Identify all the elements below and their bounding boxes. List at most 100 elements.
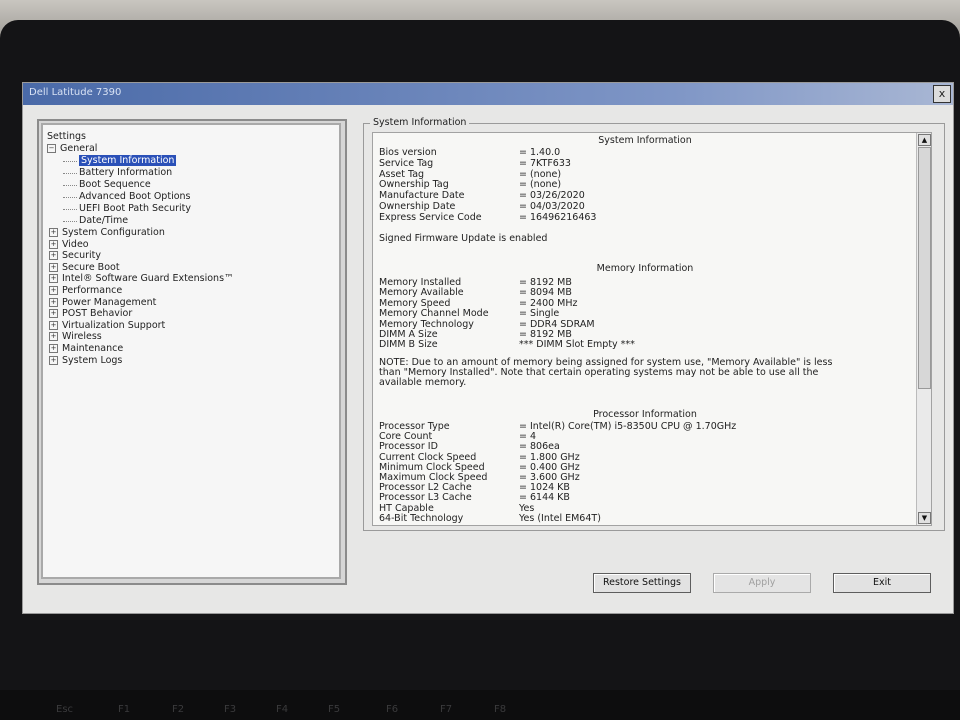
expand-icon[interactable]: + [49, 228, 58, 237]
tree-item-label: UEFI Boot Path Security [79, 203, 192, 214]
key-label: F6 [386, 704, 399, 715]
tree-category[interactable]: + Video [49, 239, 89, 251]
tree-item[interactable]: Battery Information [79, 167, 172, 179]
info-value: = DDR4 SDRAM [519, 318, 595, 330]
tree-general-label: General [60, 143, 98, 154]
expand-icon[interactable]: + [49, 239, 58, 249]
info-scrollbar[interactable]: ▲ ▼ [916, 133, 931, 525]
tree-category[interactable]: + Maintenance [49, 343, 123, 355]
title-bar: Dell Latitude 7390 x [23, 83, 953, 105]
tree-category[interactable]: + Virtualization Support [49, 320, 165, 332]
tree-category[interactable]: + Intel® Software Guard Extensions™ [49, 273, 234, 285]
window-title: Dell Latitude 7390 [29, 87, 122, 98]
exit-button[interactable]: Exit [833, 573, 931, 593]
expand-icon[interactable]: + [49, 274, 58, 284]
tree-root: Settings [47, 131, 86, 142]
info-value: = 03/26/2020 [519, 190, 585, 202]
close-icon[interactable]: x [933, 85, 951, 103]
expand-icon[interactable]: + [49, 286, 58, 295]
info-label: Ownership Date [379, 201, 456, 212]
collapse-icon[interactable]: − [47, 144, 56, 153]
info-value: *** DIMM Slot Empty *** [519, 339, 635, 351]
expand-icon[interactable]: + [49, 355, 58, 365]
expand-icon[interactable]: + [49, 309, 58, 319]
processor-heading: Processor Information [593, 409, 697, 420]
expand-icon[interactable]: + [49, 251, 58, 261]
key-label: F4 [276, 704, 289, 715]
tree-item-label: System Information [79, 155, 177, 166]
tree-general[interactable]: − General [47, 143, 97, 155]
info-label: DIMM A Size [379, 329, 438, 340]
key-label: F1 [118, 704, 131, 715]
memory-heading: Memory Information [596, 263, 694, 274]
scroll-down-icon[interactable]: ▼ [918, 512, 931, 524]
system-heading: System Information [598, 135, 692, 146]
tree-category-label: System Logs [62, 354, 123, 366]
info-label: Express Service Code [379, 211, 482, 223]
info-label: Bios version [379, 147, 437, 158]
key-label: F5 [328, 704, 341, 715]
tree-category-label: Security [62, 250, 102, 262]
info-value: = 7KTF633 [519, 157, 571, 169]
memory-note-line-3: available memory. [379, 377, 467, 388]
info-label: Manufacture Date [379, 190, 465, 202]
expand-icon[interactable]: + [49, 332, 58, 342]
tree-item[interactable]: System Information [79, 155, 177, 167]
info-value: = (none) [519, 168, 562, 180]
info-label: Memory Installed [379, 277, 462, 288]
settings-tree: Settings − General System Information Batt… [41, 123, 341, 579]
tree-category-label: Power Management [62, 296, 157, 308]
info-label: Ownership Tag [379, 179, 449, 191]
tree-category[interactable]: + Wireless [49, 331, 102, 343]
info-label: Memory Channel Mode [379, 308, 489, 320]
tree-category[interactable]: + Power Management [49, 297, 156, 309]
info-value: = (none) [519, 179, 562, 191]
restore-settings-button[interactable]: Restore Settings [593, 573, 691, 593]
expand-icon[interactable]: + [49, 297, 58, 307]
tree-category[interactable]: + System Logs [49, 355, 122, 367]
settings-tree-frame: Settings − General System Information Batt… [37, 119, 347, 585]
expand-icon[interactable]: + [49, 320, 58, 330]
group-legend: System Information [370, 117, 470, 128]
tree-connector [63, 197, 77, 198]
expand-icon[interactable]: + [49, 262, 58, 272]
scroll-thumb[interactable] [918, 147, 931, 389]
key-label: F3 [224, 704, 237, 715]
tree-item[interactable]: Advanced Boot Options [79, 191, 191, 203]
tree-category[interactable]: + Security [49, 250, 101, 262]
info-value: = 8192 MB [519, 329, 572, 340]
information-list: System Information Bios version = 1.40.0 S… [372, 132, 932, 526]
tree-category-label: Wireless [62, 331, 102, 343]
tree-category-label: Virtualization Support [62, 319, 166, 331]
tree-category[interactable]: + POST Behavior [49, 308, 132, 320]
info-label: DIMM B Size [379, 339, 438, 351]
firmware-note: Signed Firmware Update is enabled [379, 233, 548, 244]
tree-category[interactable]: + Secure Boot [49, 262, 120, 274]
tree-category[interactable]: + Performance [49, 285, 122, 297]
tree-connector [63, 173, 77, 174]
tree-item[interactable]: Boot Sequence [79, 179, 151, 191]
expand-icon[interactable]: + [49, 344, 58, 353]
apply-button[interactable]: Apply [713, 573, 811, 593]
info-label: Memory Speed [379, 297, 451, 309]
info-label: 64-Bit Technology [379, 512, 464, 524]
info-value: = 04/03/2020 [519, 201, 585, 212]
tree-item[interactable]: UEFI Boot Path Security [79, 203, 191, 215]
key-label: Esc [56, 704, 74, 715]
info-label: Memory Technology [379, 318, 474, 330]
tree-category[interactable]: + System Configuration [49, 227, 165, 239]
scroll-up-icon[interactable]: ▲ [918, 134, 931, 146]
tree-category-label: Performance [62, 285, 123, 296]
tree-item[interactable]: Date/Time [79, 215, 128, 227]
info-label: Memory Available [379, 287, 464, 299]
bios-window: Dell Latitude 7390 x Settings − General S… [22, 82, 954, 614]
key-label: F7 [440, 704, 453, 715]
tree-category-label: Intel® Software Guard Extensions™ [62, 273, 234, 285]
tree-category-label: System Configuration [62, 227, 165, 238]
tree-item-label: Battery Information [79, 167, 173, 178]
tree-connector [63, 209, 77, 210]
system-information-group: System Information System Information Bi… [363, 117, 945, 531]
tree-item-label: Date/Time [79, 215, 129, 226]
info-value: = Single [519, 308, 560, 320]
key-label: F8 [494, 704, 507, 715]
